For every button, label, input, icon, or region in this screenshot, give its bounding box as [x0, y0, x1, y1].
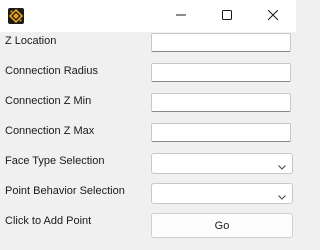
minimize-button[interactable] — [158, 0, 204, 32]
connection-radius-input[interactable] — [151, 63, 291, 82]
title-bar[interactable] — [0, 0, 296, 32]
maximize-button[interactable] — [204, 0, 250, 32]
chevron-down-icon — [277, 159, 287, 170]
face-type-dropdown[interactable] — [151, 153, 293, 174]
point-behavior-dropdown[interactable] — [151, 183, 293, 204]
connection-z-max-input[interactable] — [151, 123, 291, 142]
add-point-label: Click to Add Point — [5, 215, 92, 227]
app-window: Z Location Connection Radius Connection … — [0, 0, 296, 250]
app-logo-icon — [8, 8, 24, 24]
connection-z-min-label: Connection Z Min — [5, 95, 92, 107]
close-button[interactable] — [250, 0, 296, 32]
maximize-icon — [222, 7, 232, 25]
z-location-label: Z Location — [5, 35, 57, 47]
z-location-input[interactable] — [151, 33, 291, 52]
face-type-selection-label: Face Type Selection — [5, 155, 105, 167]
point-behavior-selection-label: Point Behavior Selection — [5, 185, 125, 197]
go-button[interactable]: Go — [151, 213, 293, 238]
minimize-icon — [176, 7, 186, 25]
chevron-down-icon — [277, 189, 287, 200]
close-icon — [267, 7, 279, 25]
connection-z-min-input[interactable] — [151, 93, 291, 112]
connection-z-max-label: Connection Z Max — [5, 125, 95, 137]
connection-radius-label: Connection Radius — [5, 65, 98, 77]
